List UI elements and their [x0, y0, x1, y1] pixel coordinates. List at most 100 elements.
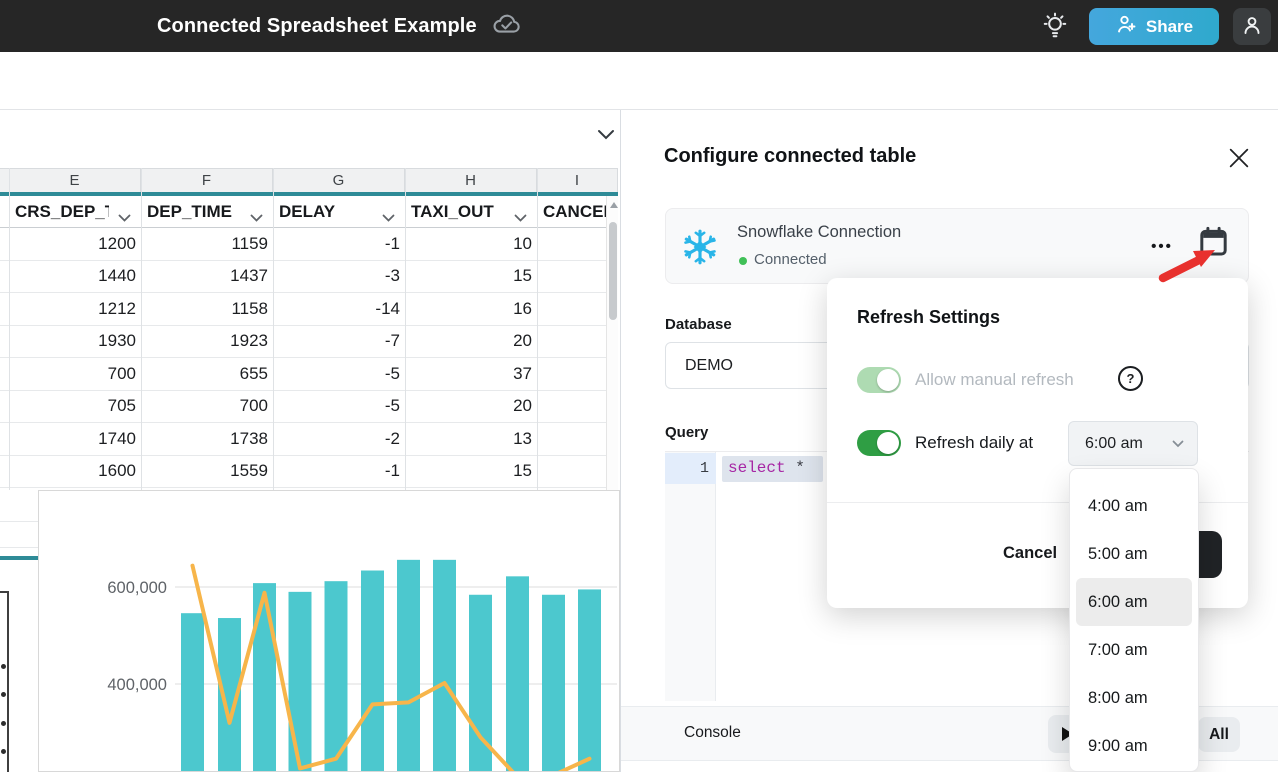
column-menu-chevron-icon[interactable]	[514, 209, 527, 227]
scroll-up-arrow-icon	[610, 202, 618, 208]
column-letter-E[interactable]: E	[9, 169, 141, 192]
sql-rest: *	[786, 459, 805, 477]
chevron-down-icon	[597, 128, 615, 143]
table-cell[interactable]: 10	[405, 228, 537, 260]
column-header-DELAY[interactable]: DELAY	[273, 196, 405, 227]
table-cell[interactable]: -1	[273, 456, 405, 488]
time-option-700am[interactable]: 7:00 am	[1070, 626, 1198, 674]
table-cell[interactable]: 1559	[141, 456, 273, 488]
column-header-DEP_TIME[interactable]: DEP_TIME	[141, 196, 273, 227]
connection-name: Snowflake Connection	[737, 223, 901, 242]
table-cell[interactable]: -1	[273, 228, 405, 260]
daily-refresh-toggle[interactable]	[857, 430, 901, 456]
scrollbar-thumb[interactable]	[609, 222, 617, 320]
console-filter-all-button[interactable]: All	[1198, 717, 1240, 752]
table-accent-bar	[0, 556, 38, 560]
column-menu-chevron-icon[interactable]	[382, 209, 395, 227]
status-dot	[739, 257, 747, 265]
close-panel-button[interactable]	[1228, 148, 1250, 170]
refresh-schedule-button[interactable]	[1197, 226, 1229, 260]
toggle-knob	[877, 432, 899, 454]
cell-stub	[0, 456, 9, 488]
column-letter-G[interactable]: G	[273, 169, 405, 192]
refresh-time-select[interactable]: 6:00 am	[1068, 421, 1198, 466]
table-cell[interactable]: -3	[273, 261, 405, 293]
account-avatar-button[interactable]	[1233, 8, 1271, 45]
share-button[interactable]: Share	[1089, 8, 1219, 45]
cancel-button[interactable]: Cancel	[1003, 544, 1057, 563]
connection-card: Snowflake Connection Connected •••	[665, 208, 1249, 284]
column-letter-I[interactable]: I	[537, 169, 618, 192]
manual-refresh-label: Allow manual refresh	[915, 370, 1074, 390]
table-cell[interactable]: -7	[273, 326, 405, 358]
column-header-CRS_DEP_T[interactable]: CRS_DEP_T	[9, 196, 141, 227]
column-header-label: DELAY	[279, 202, 335, 222]
manual-refresh-toggle[interactable]	[857, 367, 901, 393]
column-letter-F[interactable]: F	[141, 169, 273, 192]
table-cell[interactable]: 1159	[141, 228, 273, 260]
column-letter-row: EFGHI	[0, 168, 618, 192]
column-letter-H[interactable]: H	[405, 169, 537, 192]
column-stub	[0, 169, 9, 192]
table-cell[interactable]: 1930	[9, 326, 141, 358]
table-cell[interactable]: -2	[273, 423, 405, 455]
table-cell[interactable]: 1738	[141, 423, 273, 455]
table-cell[interactable]: 15	[405, 261, 537, 293]
table-cell[interactable]: 1440	[9, 261, 141, 293]
cell-stub	[0, 358, 9, 390]
close-icon	[1229, 148, 1249, 171]
column-header-TAXI_OUT[interactable]: TAXI_OUT	[405, 196, 537, 227]
table-cell[interactable]: 1212	[9, 293, 141, 325]
table-row: 705700-520	[0, 391, 618, 424]
help-icon[interactable]: ?	[1118, 366, 1143, 391]
lightbulb-icon	[1042, 11, 1068, 42]
table-cell[interactable]: 1158	[141, 293, 273, 325]
embedded-chart[interactable]: 600,000400,000	[38, 490, 620, 772]
table-cell[interactable]: 700	[9, 358, 141, 390]
sql-keyword: select	[728, 459, 786, 477]
formatting-toolbar: $ % , .0← .00→ Automatic	[0, 52, 1278, 110]
collapse-panel-chevron[interactable]	[595, 125, 617, 145]
table-row: 12001159-110	[0, 228, 618, 261]
panel-title: Configure connected table	[664, 145, 916, 168]
table-cell[interactable]: 13	[405, 423, 537, 455]
time-option-500am[interactable]: 5:00 am	[1070, 530, 1198, 578]
grid-line	[405, 168, 406, 490]
ai-assistant-button[interactable]	[1038, 10, 1072, 42]
table-cell[interactable]: -5	[273, 391, 405, 423]
table-cell[interactable]: 1740	[9, 423, 141, 455]
table-cell[interactable]: 20	[405, 391, 537, 423]
table-cell[interactable]: 705	[9, 391, 141, 423]
vertical-scrollbar[interactable]	[606, 196, 618, 490]
svg-text:600,000: 600,000	[107, 579, 167, 597]
table-cell[interactable]: 20	[405, 326, 537, 358]
table-cell[interactable]: 700	[141, 391, 273, 423]
grid-line	[0, 521, 38, 522]
table-cell[interactable]: 15	[405, 456, 537, 488]
table-cell[interactable]: 1600	[9, 456, 141, 488]
table-cell[interactable]: 1200	[9, 228, 141, 260]
line-number: 1	[665, 460, 709, 477]
app-window: Connected Spreadsheet Example	[0, 0, 1278, 772]
legend-dot	[1, 721, 6, 726]
refresh-time-value: 6:00 am	[1085, 435, 1143, 453]
time-option-400am[interactable]: 4:00 am	[1070, 482, 1198, 530]
time-option-600am[interactable]: 6:00 am	[1076, 578, 1192, 626]
time-option-800am[interactable]: 8:00 am	[1070, 674, 1198, 722]
table-cell[interactable]: 655	[141, 358, 273, 390]
column-menu-chevron-icon[interactable]	[250, 209, 263, 227]
document-title: Connected Spreadsheet Example	[157, 15, 477, 38]
table-cell[interactable]: 1923	[141, 326, 273, 358]
table-cell[interactable]: 37	[405, 358, 537, 390]
column-menu-chevron-icon[interactable]	[118, 209, 131, 227]
table-cell[interactable]: 1437	[141, 261, 273, 293]
time-option-900am[interactable]: 9:00 am	[1070, 722, 1198, 770]
query-label: Query	[665, 424, 708, 441]
partial-chart-object[interactable]	[0, 591, 9, 772]
table-cell[interactable]: 16	[405, 293, 537, 325]
daily-refresh-label: Refresh daily at	[915, 433, 1033, 453]
table-row: 19301923-720	[0, 326, 618, 359]
table-cell[interactable]: -5	[273, 358, 405, 390]
table-cell[interactable]: -14	[273, 293, 405, 325]
connection-more-button[interactable]: •••	[1144, 231, 1180, 261]
